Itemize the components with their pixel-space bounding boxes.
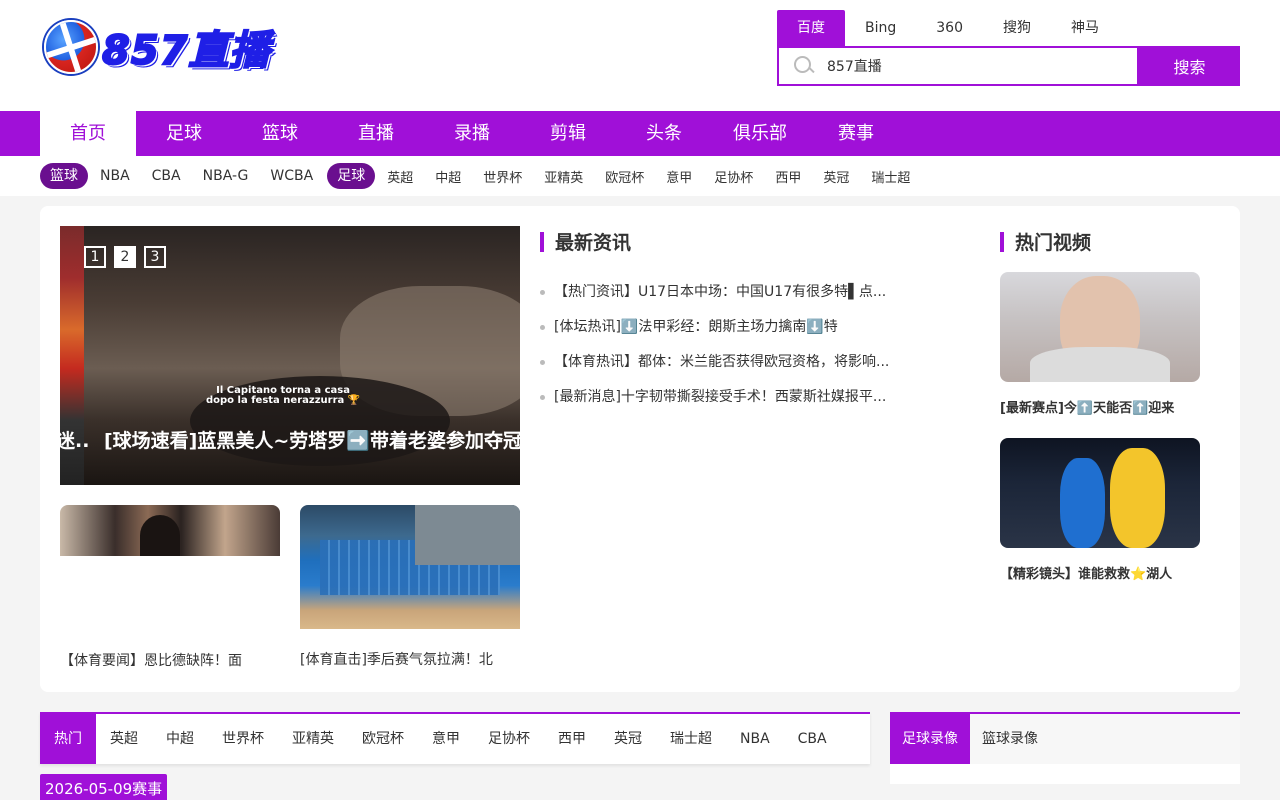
hot-video-thumbnail — [1000, 438, 1200, 548]
site-logo[interactable]: 857直播 — [44, 18, 271, 76]
latest-news-title-text: 最新资讯 — [555, 232, 632, 254]
tab-cba[interactable]: CBA — [784, 714, 841, 764]
search-engine-tabs: 百度 Bing 360 搜狗 神马 — [777, 10, 1119, 46]
nav-item-football[interactable]: 足球 — [136, 111, 232, 156]
slider-subtitle-line-2: dopo la festa nerazzurra 🏆 — [206, 395, 361, 406]
main-nav: 首页 足球 篮球 直播 录播 剪辑 头条 俱乐部 赛事 — [0, 111, 1280, 156]
slider-page-2[interactable]: 2 — [114, 246, 136, 268]
subnav-item-csl[interactable]: 中超 — [435, 167, 461, 186]
tab-swiss-super-league[interactable]: 瑞士超 — [656, 714, 726, 764]
search-icon — [793, 55, 815, 77]
search-box: 搜索 — [777, 46, 1240, 86]
slider-caption[interactable]: [球场速看]蓝黑美人~劳塔罗➡️带着老婆参加夺冠 — [104, 426, 520, 453]
tab-serie-a[interactable]: 意甲 — [418, 714, 474, 764]
nav-item-headlines[interactable]: 头条 — [616, 111, 712, 156]
content-card: 1 2 3 Il Capitano torna a casa dopo la f… — [40, 206, 1240, 692]
basketball-logo-icon — [44, 20, 98, 74]
subnav-item-nba-g[interactable]: NBA-G — [203, 168, 249, 184]
tab-basketball-replays[interactable]: 篮球录像 — [970, 714, 1050, 764]
slider-video-subtitle: Il Capitano torna a casa dopo la festa n… — [206, 386, 360, 406]
latest-news-list: 【热门资讯】U17日本中场：中国U17有很多特▌点... [体坛热讯]⬇️法甲彩… — [540, 282, 920, 422]
nav-item-events[interactable]: 赛事 — [808, 111, 904, 156]
news-thumb-2[interactable]: [体育直击]季后赛气氛拉满！北 — [300, 505, 520, 669]
news-thumb-caption[interactable]: 【体育要闻】恩比德缺阵！面 — [60, 650, 280, 670]
subnav-item-world-cup[interactable]: 世界杯 — [483, 167, 522, 186]
image-slider[interactable]: 1 2 3 Il Capitano torna a casa dopo la f… — [60, 226, 520, 485]
news-item[interactable]: [体坛热讯]⬇️法甲彩经：朗斯主场力擒南⬇️特 — [540, 317, 920, 352]
news-item[interactable]: [最新消息]十字韧带撕裂接受手术！西蒙斯社媒报平... — [540, 387, 920, 422]
tab-nba[interactable]: NBA — [726, 714, 784, 764]
tab-acl-elite[interactable]: 亚精英 — [278, 714, 348, 764]
hot-video-1[interactable]: [最新赛点]今⬆️天能否⬆️迎来 — [1000, 272, 1200, 416]
header: 857直播 百度 Bing 360 搜狗 神马 搜索 — [0, 0, 1280, 111]
search-engine-360[interactable]: 360 — [916, 10, 983, 46]
search-engine-baidu[interactable]: 百度 — [777, 10, 845, 46]
subnav-item-ucl[interactable]: 欧冠杯 — [605, 167, 644, 186]
subnav-item-fa-cup[interactable]: 足协杯 — [714, 167, 753, 186]
subnav-item-championship[interactable]: 英冠 — [823, 167, 849, 186]
hot-video-caption[interactable]: [最新赛点]今⬆️天能否⬆️迎来 — [1000, 397, 1200, 416]
nav-item-live[interactable]: 直播 — [328, 111, 424, 156]
nav-item-home[interactable]: 首页 — [40, 111, 136, 156]
slider-page-1[interactable]: 1 — [84, 246, 106, 268]
tab-football-replays[interactable]: 足球录像 — [890, 714, 970, 764]
nav-item-clubs[interactable]: 俱乐部 — [712, 111, 808, 156]
replay-tab-row: 足球录像 篮球录像 — [890, 714, 1240, 764]
subnav-item-la-liga[interactable]: 西甲 — [775, 167, 801, 186]
title-accent-bar — [540, 231, 544, 252]
search-engine-bing[interactable]: Bing — [845, 10, 916, 46]
news-thumb-image — [300, 505, 520, 629]
news-item[interactable]: 【热门资讯】U17日本中场：中国U17有很多特▌点... — [540, 282, 920, 317]
sub-nav: 篮球 NBA CBA NBA-G WCBA 足球 英超 中超 世界杯 亚精英 欧… — [0, 156, 1280, 196]
search-input[interactable] — [827, 58, 1107, 74]
tab-world-cup[interactable]: 世界杯 — [208, 714, 278, 764]
tab-championship[interactable]: 英冠 — [600, 714, 656, 764]
nav-item-replay[interactable]: 录播 — [424, 111, 520, 156]
hot-video-caption[interactable]: 【精彩镜头】谁能救救⭐湖人 — [1000, 563, 1200, 582]
schedule-tabs: 热门 英超 中超 世界杯 亚精英 欧冠杯 意甲 足协杯 西甲 英冠 瑞士超 NB… — [40, 712, 870, 764]
subnav-item-acl-elite[interactable]: 亚精英 — [544, 167, 583, 186]
tab-ucl[interactable]: 欧冠杯 — [348, 714, 418, 764]
subnav-item-nba[interactable]: NBA — [100, 168, 130, 184]
title-accent-bar — [1000, 231, 1004, 252]
date-badge: 2026-05-09赛事 — [40, 774, 168, 800]
slider-pagination: 1 2 3 — [84, 246, 174, 268]
logo-text: 857直播 — [101, 27, 271, 75]
hot-video-thumbnail — [1000, 272, 1200, 382]
subnav-category-basketball[interactable]: 篮球 — [40, 163, 88, 189]
hot-videos-title-text: 热门视频 — [1015, 232, 1092, 254]
slider-prev-caption: 迷.. — [60, 430, 90, 452]
latest-news-title: 最新资讯 — [540, 228, 631, 255]
subnav-item-cba[interactable]: CBA — [152, 168, 181, 184]
tab-la-liga[interactable]: 西甲 — [544, 714, 600, 764]
tab-premier-league[interactable]: 英超 — [96, 714, 152, 764]
tab-hot[interactable]: 热门 — [40, 714, 96, 764]
tab-csl[interactable]: 中超 — [152, 714, 208, 764]
search-engine-sogou[interactable]: 搜狗 — [983, 10, 1051, 46]
replay-tabs: 足球录像 篮球录像 — [890, 712, 1240, 784]
search-button[interactable]: 搜索 — [1139, 46, 1240, 86]
news-item[interactable]: 【体育热讯】都体：米兰能否获得欧冠资格，将影响... — [540, 352, 920, 387]
subnav-item-wcba[interactable]: WCBA — [270, 168, 313, 184]
nav-item-basketball[interactable]: 篮球 — [232, 111, 328, 156]
news-thumb-caption[interactable]: [体育直击]季后赛气氛拉满！北 — [300, 649, 520, 669]
slider-page-3[interactable]: 3 — [144, 246, 166, 268]
subnav-item-swiss-super-league[interactable]: 瑞士超 — [871, 167, 910, 186]
tab-fa-cup[interactable]: 足协杯 — [474, 714, 544, 764]
subnav-item-serie-a[interactable]: 意甲 — [666, 167, 692, 186]
nav-item-clips[interactable]: 剪辑 — [520, 111, 616, 156]
hot-videos-title: 热门视频 — [1000, 228, 1091, 255]
subnav-category-football[interactable]: 足球 — [327, 163, 376, 189]
news-thumb-image — [60, 505, 280, 556]
search-input-wrap — [777, 46, 1139, 86]
news-thumb-1[interactable]: 【体育要闻】恩比德缺阵！面 — [60, 505, 280, 670]
hot-video-2[interactable]: 【精彩镜头】谁能救救⭐湖人 — [1000, 438, 1200, 582]
search-engine-shenma[interactable]: 神马 — [1051, 10, 1119, 46]
subnav-item-premier-league[interactable]: 英超 — [387, 167, 413, 186]
